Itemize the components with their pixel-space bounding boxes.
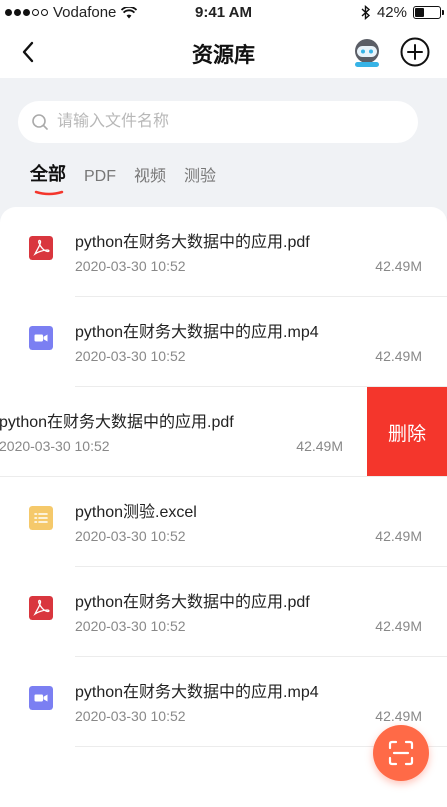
search-bar[interactable] (18, 101, 418, 143)
navbar: 资源库 (0, 26, 447, 78)
search-input[interactable] (55, 112, 399, 132)
file-name: python在财务大数据中的应用.pdf (75, 594, 310, 611)
battery-icon (413, 6, 444, 19)
file-list: python在财务大数据中的应用.pdf 2020-03-30 10:52 42… (0, 207, 447, 807)
video-icon (29, 326, 53, 350)
status-right: 42% (361, 4, 444, 21)
file-size: 42.49M (375, 348, 422, 364)
scan-button[interactable] (373, 725, 429, 781)
tab-label: 全部 (30, 164, 66, 184)
file-date: 2020-03-30 10:52 (75, 348, 186, 364)
file-name: python在财务大数据中的应用.pdf (0, 414, 234, 431)
tab-label: PDF (84, 168, 116, 185)
tab-label: 测验 (184, 168, 217, 185)
status-bar: Vodafone 9:41 AM 42% (0, 0, 447, 26)
tab-pdf[interactable]: PDF (84, 168, 116, 198)
quiz-icon (29, 506, 53, 530)
file-row[interactable]: python在财务大数据中的应用.mp4 2020-03-30 10:52 42… (0, 297, 447, 387)
file-date: 2020-03-30 10:52 (75, 258, 186, 274)
filter-tabs: 全部 PDF 视频 测验 (30, 160, 216, 198)
tab-label: 视频 (134, 168, 167, 185)
file-row[interactable]: python测验.excel 2020-03-30 10:52 42.49M (0, 477, 447, 567)
add-button[interactable] (398, 35, 432, 69)
tab-quiz[interactable]: 测验 (184, 162, 216, 198)
file-size: 42.49M (296, 438, 343, 454)
robot-icon (355, 39, 379, 67)
back-button[interactable] (12, 36, 44, 68)
plus-circle-icon (400, 37, 430, 67)
file-row-swiped[interactable]: python在财务大数据中的应用.pdf 2020-03-30 10:52 42… (0, 387, 447, 477)
file-size: 42.49M (375, 528, 422, 544)
file-row[interactable]: python在财务大数据中的应用.pdf 2020-03-30 10:52 42… (0, 207, 447, 297)
battery-percent: 42% (376, 4, 407, 21)
scan-icon (388, 740, 414, 766)
pdf-icon (29, 596, 53, 620)
robot-assistant-button[interactable] (350, 35, 384, 69)
tab-all[interactable]: 全部 (30, 160, 66, 198)
delete-button[interactable]: 删除 (367, 387, 447, 477)
video-icon (29, 686, 53, 710)
pdf-icon (29, 236, 53, 260)
file-name: python在财务大数据中的应用.pdf (75, 234, 310, 251)
file-name: python在财务大数据中的应用.mp4 (75, 324, 319, 341)
file-size: 42.49M (375, 258, 422, 274)
file-name: python在财务大数据中的应用.mp4 (75, 684, 319, 701)
search-icon (32, 114, 48, 130)
file-date: 2020-03-30 10:52 (75, 528, 186, 544)
file-date: 2020-03-30 10:52 (75, 618, 186, 634)
tab-video[interactable]: 视频 (134, 162, 166, 198)
chevron-left-icon (22, 41, 34, 63)
file-date: 2020-03-30 10:52 (75, 708, 186, 724)
file-row[interactable]: python在财务大数据中的应用.pdf 2020-03-30 10:52 42… (0, 567, 447, 657)
file-size: 42.49M (375, 618, 422, 634)
file-name: python测验.excel (75, 504, 197, 521)
file-size: 42.49M (375, 708, 422, 724)
active-tab-indicator (34, 190, 64, 196)
bluetooth-icon (361, 5, 371, 20)
file-date: 2020-03-30 10:52 (0, 438, 110, 454)
